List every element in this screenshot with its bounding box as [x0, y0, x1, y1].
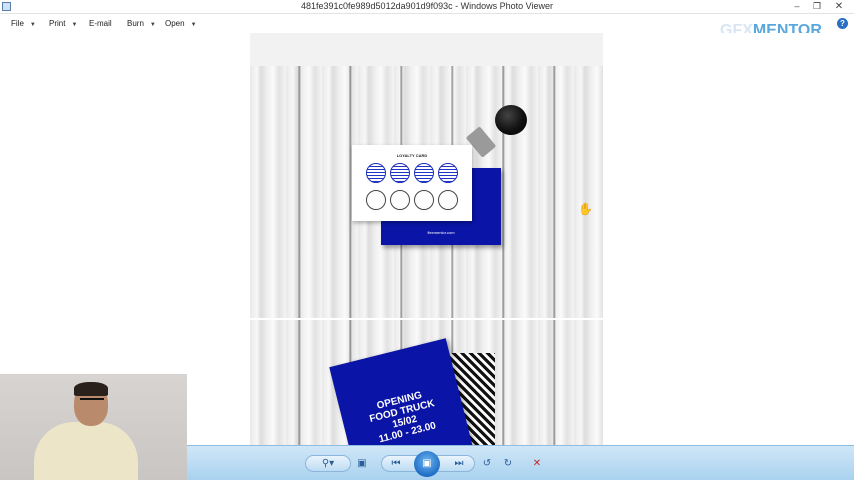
presenter-glasses — [80, 398, 104, 403]
menu-burn[interactable]: Burn ▼ — [127, 19, 156, 28]
loyalty-card: LOYALTY CARD — [352, 145, 472, 221]
rotate-clockwise-button[interactable]: ↻ — [501, 456, 515, 471]
delete-icon: ✕ — [532, 458, 542, 469]
menu-file-label: File — [11, 19, 24, 28]
actual-size-icon: ▣ — [357, 458, 367, 469]
empty-stamp — [438, 190, 458, 210]
actual-size-button[interactable]: ▣ — [355, 456, 369, 471]
menu-print[interactable]: Print ▼ — [49, 19, 77, 28]
menu-open-label: Open — [165, 19, 185, 28]
chevron-down-icon: ▼ — [149, 22, 156, 28]
chevron-down-icon: ▼ — [71, 22, 78, 28]
restore-icon: ❐ — [812, 1, 822, 11]
next-button[interactable]: ⏭ — [446, 456, 472, 471]
magnifier-icon: ⚲▾ — [321, 458, 335, 469]
delete-button[interactable]: ✕ — [530, 456, 544, 471]
title-bar: 481fe391c0fe989d5012da901d9f093c - Windo… — [0, 0, 854, 14]
loyalty-card-heading: LOYALTY CARD — [396, 153, 428, 158]
empty-stamp — [366, 190, 386, 210]
menu-print-label: Print — [49, 19, 66, 28]
webcam-overlay — [0, 374, 187, 480]
flyer-text: OPENING FOOD TRUCK 15/02 11.00 - 23.00 — [340, 381, 467, 445]
presenter-shirt — [34, 422, 138, 480]
rotate-counterclockwise-icon: ↺ — [482, 458, 492, 469]
photo-top-strip — [250, 33, 603, 66]
viewer-toolbar: ⚲▾ ▣ ⏮ ▣ ⏭ ↺ ↻ ✕ — [187, 445, 854, 480]
restore-button[interactable]: ❐ — [806, 0, 828, 14]
rotate-counterclockwise-button[interactable]: ↺ — [480, 456, 494, 471]
presenter-hair — [74, 382, 108, 396]
menu-open[interactable]: Open ▼ — [165, 19, 197, 28]
chevron-down-icon: ▼ — [190, 22, 197, 28]
chevron-down-icon: ▼ — [29, 22, 36, 28]
empty-stamp — [390, 190, 410, 210]
help-icon[interactable]: ? — [837, 18, 848, 29]
rotate-clockwise-icon: ↻ — [503, 458, 513, 469]
empty-stamp — [414, 190, 434, 210]
filled-stamp — [390, 163, 410, 183]
close-button[interactable]: ✕ — [828, 0, 850, 14]
zoom-button[interactable]: ⚲▾ — [316, 456, 340, 471]
menu-email-label: E-mail — [89, 19, 112, 28]
slideshow-icon: ▣ — [422, 458, 432, 469]
blue-card-url: flexmentor.com — [427, 230, 455, 235]
photo-viewer-window: 481fe391c0fe989d5012da901d9f093c - Windo… — [0, 0, 854, 480]
displayed-photo: flexmentor.com LOYALTY CARD OPENING FOOD… — [250, 33, 603, 445]
stamp-tool-handle — [495, 105, 527, 135]
previous-icon: ⏮ — [391, 458, 401, 469]
next-icon: ⏭ — [454, 458, 464, 469]
filled-stamp — [438, 163, 458, 183]
filled-stamp — [414, 163, 434, 183]
filled-stamp — [366, 163, 386, 183]
close-icon: ✕ — [834, 1, 844, 12]
window-title: 481fe391c0fe989d5012da901d9f093c - Windo… — [300, 1, 554, 11]
hand-cursor-icon: ✋ — [578, 202, 593, 216]
minimize-icon: – — [794, 1, 800, 11]
menu-email[interactable]: E-mail — [89, 19, 112, 28]
menu-file[interactable]: File ▼ — [11, 19, 36, 28]
minimize-button[interactable]: – — [786, 0, 808, 14]
previous-button[interactable]: ⏮ — [383, 456, 409, 471]
slideshow-button[interactable]: ▣ — [414, 451, 440, 477]
menu-burn-label: Burn — [127, 19, 144, 28]
